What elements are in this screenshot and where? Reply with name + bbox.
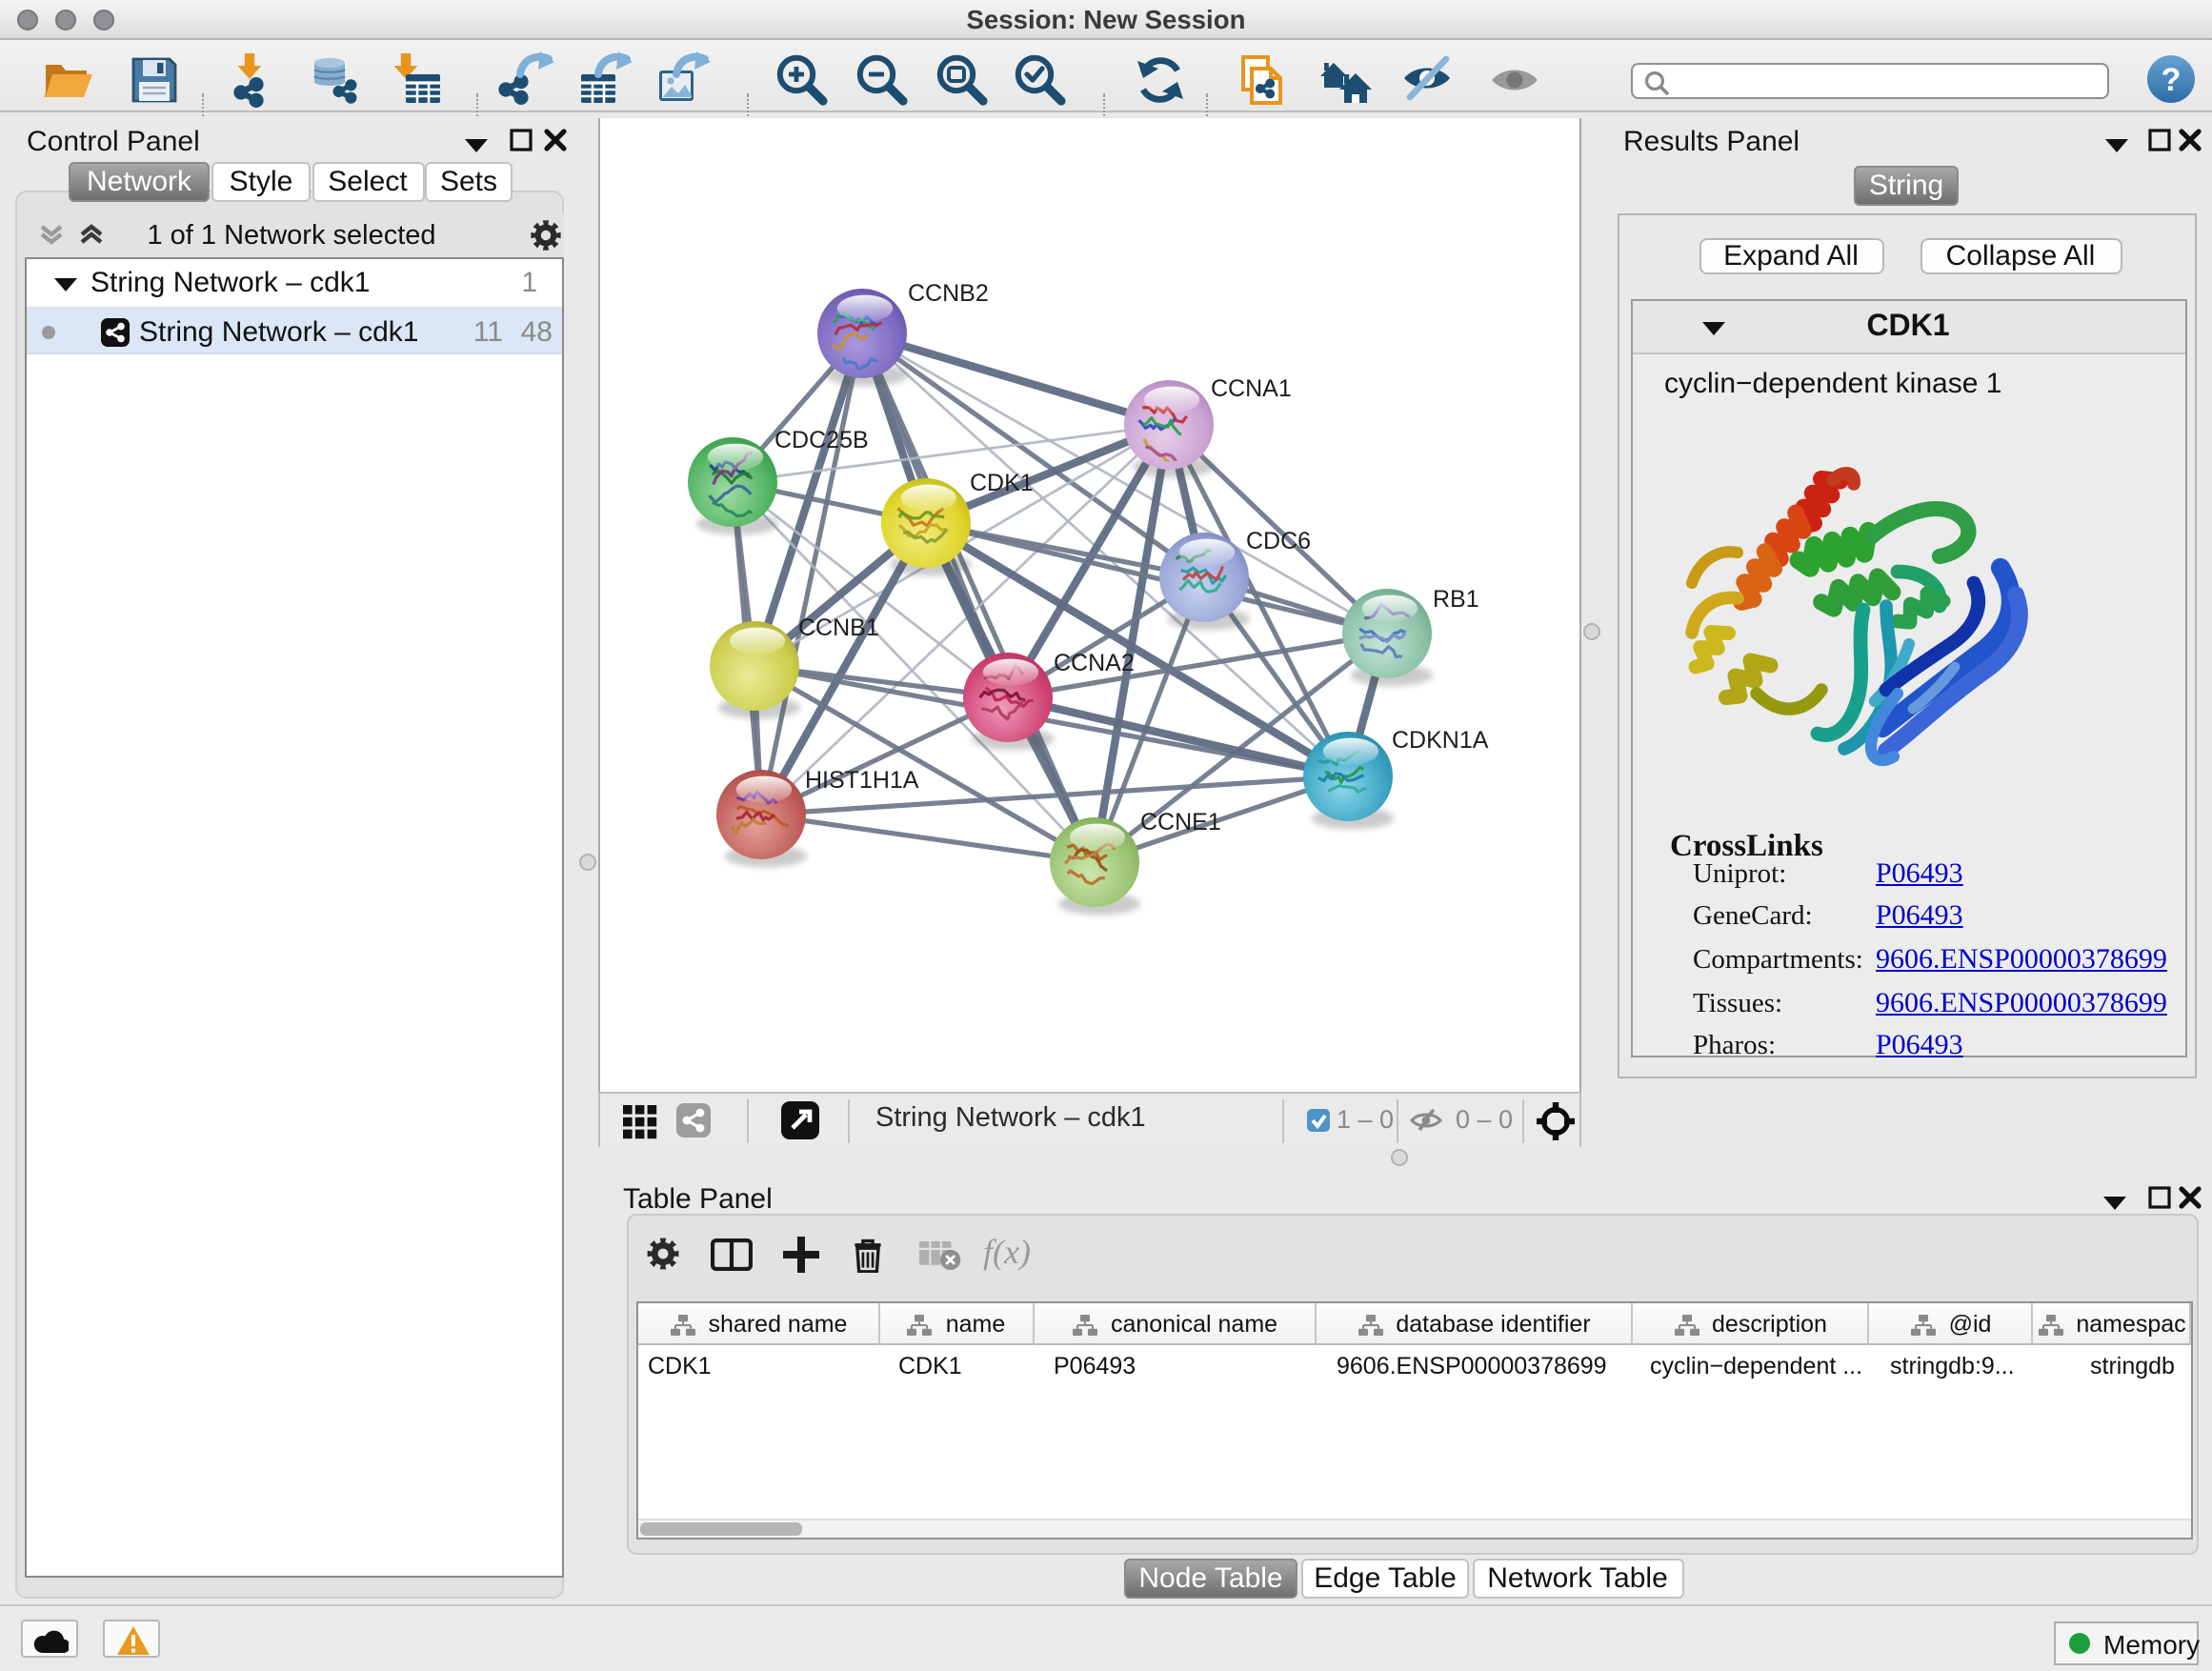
- svg-text:CDC6: CDC6: [1245, 528, 1310, 554]
- svg-text:CCNA2: CCNA2: [1053, 650, 1134, 676]
- svg-text:RB1: RB1: [1432, 586, 1478, 613]
- svg-text:CCNA1: CCNA1: [1210, 375, 1291, 402]
- svg-text:HIST1H1A: HIST1H1A: [804, 767, 918, 794]
- svg-text:CDC25B: CDC25B: [774, 427, 868, 453]
- svg-text:CDKN1A: CDKN1A: [1391, 727, 1488, 754]
- svg-text:CCNE1: CCNE1: [1139, 809, 1220, 836]
- svg-text:?: ?: [2162, 62, 2182, 98]
- svg-text:CCNB2: CCNB2: [907, 280, 988, 307]
- svg-text:CCNB1: CCNB1: [797, 614, 878, 641]
- svg-text:CDK1: CDK1: [969, 470, 1033, 496]
